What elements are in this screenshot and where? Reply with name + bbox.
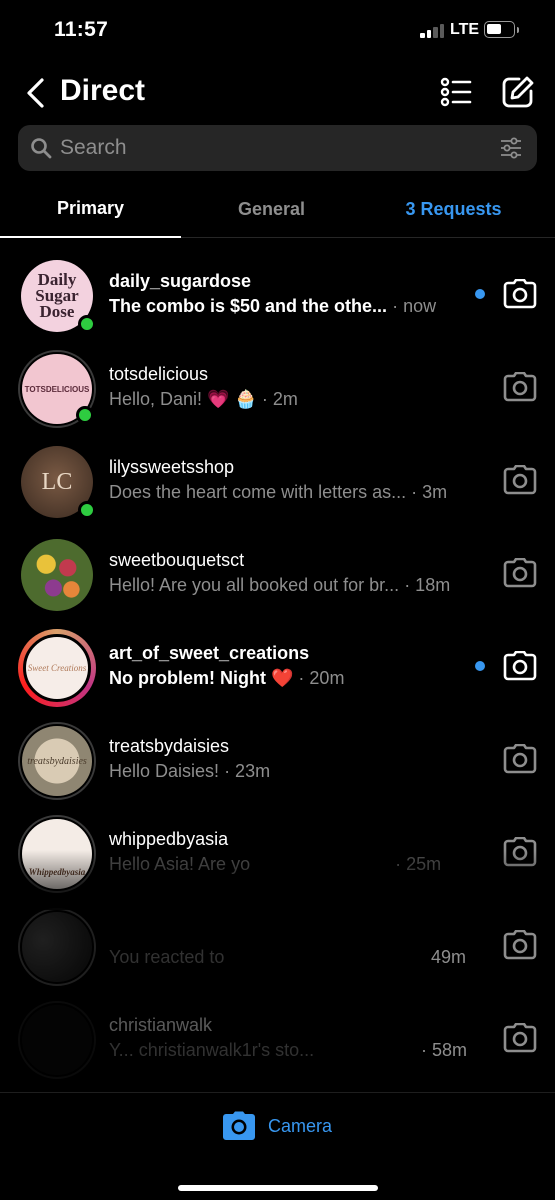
avatar [18,536,96,614]
camera-icon [223,1111,255,1140]
camera-icon[interactable] [503,465,537,495]
network-type: LTE [450,21,480,38]
search-icon [31,138,52,159]
avatar: Daily Sugar Dose [18,257,96,335]
search-bar[interactable] [18,125,537,171]
online-status-dot [76,406,94,424]
thread-row[interactable]: Sweet Creations art_of_sweet_creations N… [0,620,555,713]
thread-timestamp: · 58m [421,1040,468,1060]
new-message-icon[interactable] [500,74,536,110]
unread-dot [475,289,485,299]
thread-username: daily_sugardose [109,271,252,291]
camera-icon[interactable] [503,837,537,867]
thread-preview: Hello! Are you all booked out for br... … [109,575,451,595]
avatar-story-ring[interactable]: Sweet Creations [18,629,96,707]
back-chevron-icon[interactable] [22,76,52,110]
avatar: TOTSDELICIOUS [18,350,96,428]
tab-requests[interactable]: 3 Requests [362,180,545,238]
cellular-signal-icon [420,24,446,38]
status-time: 11:57 [54,18,109,41]
avatar: Whippedbyasia [18,815,96,893]
thread-username: whippedbyasia [109,829,229,849]
thread-row[interactable]: treatsbydaisies treatsbydaisies Hello Da… [0,713,555,806]
thread-preview: Hello Daisies! · 23m [109,761,271,781]
thread-username: lilyssweetsshop [109,457,235,477]
thread-preview: The combo is $50 and the othe... · now [109,296,437,316]
thread-row[interactable]: christianwalk Y... christianwalk1r's sto… [0,992,555,1085]
camera-icon[interactable] [503,279,537,309]
page-title: Direct [60,74,146,107]
camera-icon[interactable] [503,372,537,402]
camera-icon[interactable] [503,558,537,588]
search-input[interactable] [60,125,480,171]
thread-row[interactable]: You reacted to 49m [0,899,555,992]
thread-preview: You reacted to [109,947,225,967]
online-status-dot [78,501,96,519]
camera-icon[interactable] [503,930,537,960]
thread-row[interactable]: LC lilyssweetsshop Does the heart come w… [0,434,555,527]
camera-button[interactable]: Camera [222,1109,332,1143]
thread-row[interactable]: sweetbouquetsct Hello! Are you all booke… [0,527,555,620]
tab-primary[interactable]: Primary [0,180,181,238]
thread-username: art_of_sweet_creations [109,643,310,663]
avatar-logo: treatsbydaisies [22,726,92,796]
camera-icon[interactable] [503,744,537,774]
thread-preview: Hello, Dani! 💗 🧁 · 2m [109,389,298,409]
header: Direct [0,62,555,122]
thread-username: treatsbydaisies [109,736,230,756]
thread-preview: No problem! Night ❤️ · 20m [109,668,345,688]
battery-icon [484,21,519,38]
thread-username: sweetbouquetsct [109,550,245,570]
unread-dot [475,661,485,671]
thread-row[interactable]: Whippedbyasia whippedbyasia Hello Asia! … [0,806,555,899]
list-view-icon[interactable] [438,74,474,110]
thread-timestamp: 49m [431,947,467,967]
filter-sliders-icon[interactable] [499,136,523,160]
avatar-image [22,1005,92,1075]
thread-preview: Y... christianwalk1r's sto... [109,1040,315,1060]
online-status-dot [78,315,96,333]
avatar [18,1001,96,1079]
status-bar: 11:57 LTE [0,0,555,62]
avatar: LC [18,443,96,521]
avatar-image [22,912,92,982]
camera-label: Camera [268,1115,333,1136]
thread-preview: Hello Asia! Are yo · 25m [109,854,442,874]
avatar-logo: Sweet Creations [23,634,91,702]
avatar-image [21,539,93,611]
bottom-bar: Camera [0,1092,555,1200]
tab-general[interactable]: General [181,180,362,238]
thread-username: totsdelicious [109,364,209,384]
thread-preview: Does the heart come with letters as... ·… [109,482,448,502]
camera-icon[interactable] [503,1023,537,1053]
thread-username: christianwalk [109,1015,213,1035]
avatar [18,908,96,986]
home-indicator[interactable] [178,1185,378,1191]
avatar-logo: Whippedbyasia [22,819,92,889]
inbox-tabs: Primary General 3 Requests [0,180,555,238]
avatar: treatsbydaisies [18,722,96,800]
thread-row[interactable]: TOTSDELICIOUS totsdelicious Hello, Dani!… [0,341,555,434]
camera-icon[interactable] [503,651,537,681]
thread-row[interactable]: Daily Sugar Dose daily_sugardose The com… [0,248,555,341]
